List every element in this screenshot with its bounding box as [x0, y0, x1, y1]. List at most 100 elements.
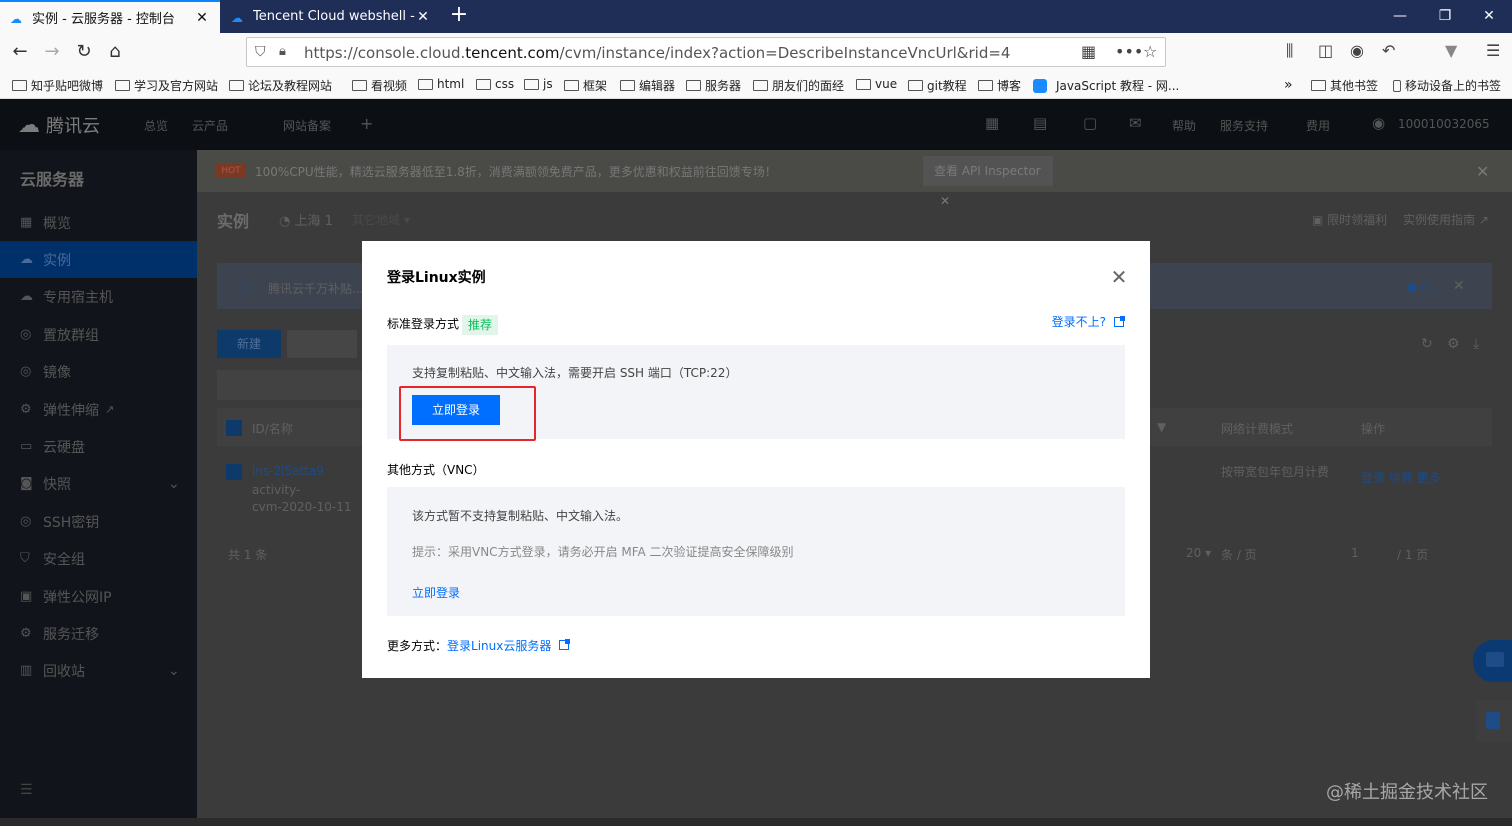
avatar[interactable]: ◉	[1372, 114, 1385, 132]
account-icon[interactable]: ◉	[1350, 41, 1364, 60]
sidebar-item-images[interactable]: ◎ 镜像	[0, 353, 197, 390]
collapse-menu-icon[interactable]: ☰	[20, 782, 33, 798]
close-tab-icon[interactable]: ✕	[194, 10, 210, 26]
menu-icon[interactable]: ☰	[1486, 41, 1500, 60]
shield-icon[interactable]: ⛉	[255, 44, 266, 60]
address-bar[interactable]: ⛉ 🔒︎ https://console.cloud.tencent.com/c…	[246, 37, 1166, 67]
undo-icon[interactable]: ↶	[1382, 41, 1395, 60]
close-notice-icon[interactable]: ✕	[1453, 278, 1465, 294]
bookmark-folder[interactable]: js	[524, 77, 553, 91]
row-actions[interactable]: 登录 续费 更多	[1361, 469, 1441, 486]
row-checkbox[interactable]	[226, 464, 242, 480]
account-id[interactable]: 100010032065	[1398, 117, 1490, 131]
bookmark-folder[interactable]: html	[418, 77, 464, 91]
nav-support[interactable]: 服务支持	[1220, 117, 1268, 134]
secondary-button[interactable]	[287, 330, 357, 358]
bookmark-folder[interactable]: 博客	[978, 77, 1021, 94]
sidebar-item-overview[interactable]: ▦ 概览	[0, 204, 197, 241]
bookmark-folder[interactable]: 服务器	[686, 77, 741, 94]
restore-icon[interactable]: ❐	[1422, 0, 1468, 33]
chat-float-button[interactable]	[1473, 640, 1512, 682]
sidebar-item-dedicated-host[interactable]: ☁ 专用宿主机	[0, 278, 197, 315]
bookmark-folder[interactable]: 知乎贴吧微博	[12, 77, 103, 94]
instance-id-link[interactable]: ins-2l5atta9	[252, 464, 324, 478]
new-instance-button[interactable]: 新建	[217, 330, 281, 358]
nav-billing[interactable]: 费用	[1306, 117, 1330, 134]
search-box[interactable]	[217, 370, 362, 400]
region-selector[interactable]: ◔ 上海 1	[279, 210, 333, 229]
close-dialog-icon[interactable]: ✕	[1110, 267, 1128, 287]
resource-icon[interactable]: ▤	[1033, 114, 1047, 132]
settings-icon[interactable]: ⚙	[1447, 336, 1460, 352]
sidebar-item-ssh-key[interactable]: ◎ SSH密钥	[0, 503, 197, 540]
chevron-right-icon[interactable]: »	[1284, 77, 1293, 93]
bookmark-folder[interactable]: 编辑器	[620, 77, 675, 94]
bookmark-folder[interactable]: 移动设备上的书签	[1393, 77, 1501, 94]
nav-icp[interactable]: 网站备案	[283, 117, 331, 134]
carousel-dots[interactable]: ● ○	[1407, 280, 1432, 294]
select-all-checkbox[interactable]	[226, 420, 242, 436]
sidebar-icon[interactable]: ◫	[1318, 41, 1333, 60]
extension-icon[interactable]: ▼	[1445, 41, 1457, 60]
col-header-billing[interactable]: 网络计费模式	[1221, 420, 1293, 437]
promo-link[interactable]: ▣ 限时领福利	[1312, 211, 1387, 228]
bookmark-folder[interactable]: 朋友们的面经	[753, 77, 844, 94]
filter-icon[interactable]: ▼	[1157, 420, 1166, 434]
bookmark-star-icon[interactable]: ☆	[1143, 42, 1157, 61]
bookmark-folder[interactable]: vue	[856, 77, 897, 91]
tencent-cloud-logo[interactable]: ☁ 腾讯云	[18, 112, 100, 138]
close-banner-icon[interactable]: ✕	[1476, 162, 1489, 181]
bookmark-link[interactable]: JavaScript 教程 - 网...	[1033, 77, 1179, 94]
close-tab-icon[interactable]: ✕	[415, 9, 431, 25]
home-icon[interactable]: ⌂	[101, 38, 129, 66]
browser-tab-active[interactable]: ☁ 实例 - 云服务器 - 控制台 ✕	[0, 0, 220, 33]
qr-code-icon[interactable]: ▦	[1081, 42, 1096, 61]
nav-products[interactable]: 云产品	[192, 117, 228, 134]
add-icon[interactable]: +	[360, 114, 373, 133]
sidebar-item-cloud-disk[interactable]: ▭ 云硬盘	[0, 428, 197, 465]
vnc-login-link[interactable]: 立即登录	[412, 584, 460, 601]
close-icon[interactable]: ✕	[940, 194, 950, 208]
close-window-icon[interactable]: ✕	[1466, 0, 1512, 33]
bookmark-folder[interactable]: git教程	[908, 77, 967, 94]
nav-overview[interactable]: 总览	[144, 117, 168, 134]
sidebar-item-security-group[interactable]: ⛉ 安全组	[0, 540, 197, 577]
banner-text[interactable]: 100%CPU性能，精选云服务器低至1.8折，消费满额领免费产品，更多优惠和权益…	[255, 163, 777, 180]
page-size-select[interactable]: 20 ▾	[1186, 546, 1211, 560]
nav-help[interactable]: 帮助	[1172, 117, 1196, 134]
bookmark-folder[interactable]: 学习及官方网站	[115, 77, 218, 94]
lock-icon[interactable]: 🔒︎	[279, 44, 286, 59]
bookmark-folder[interactable]: 看视频	[352, 77, 407, 94]
standard-login-button[interactable]: 立即登录	[412, 395, 500, 425]
mail-icon[interactable]: ✉	[1129, 114, 1142, 132]
api-inspector-tag[interactable]: 查看 API Inspector ✕	[923, 156, 1053, 208]
guide-link[interactable]: 实例使用指南 ↗	[1403, 211, 1489, 228]
doc-float-button[interactable]	[1476, 700, 1512, 742]
sidebar-item-auto-scaling[interactable]: ⚙ 弹性伸缩 ↗	[0, 391, 197, 428]
login-help-link[interactable]: 登录不上?	[1052, 313, 1125, 330]
more-actions-icon[interactable]: •••	[1115, 42, 1143, 61]
linux-login-doc-link[interactable]: 登录Linux云服务器	[447, 639, 571, 653]
minimize-icon[interactable]: —	[1377, 0, 1423, 33]
reload-icon[interactable]: ↻	[70, 38, 98, 66]
new-tab-button[interactable]: +	[447, 4, 471, 28]
forward-icon[interactable]: →	[38, 38, 66, 66]
browser-tab[interactable]: ☁ Tencent Cloud webshell - 17 ✕	[221, 0, 441, 33]
other-region-dropdown[interactable]: 其它地域 ▾	[352, 211, 410, 228]
bookmark-folder[interactable]: css	[476, 77, 514, 91]
bookmark-folder[interactable]: 框架	[564, 77, 607, 94]
sidebar-item-snapshot[interactable]: ◙ 快照 ⌄	[0, 465, 197, 502]
sidebar-item-migration[interactable]: ⚙ 服务迁移	[0, 615, 197, 652]
refresh-icon[interactable]: ↻	[1421, 336, 1433, 352]
page-number-input[interactable]: 1	[1351, 546, 1359, 560]
bookmark-folder[interactable]: 其他书签	[1311, 77, 1378, 94]
sidebar-item-eip[interactable]: ▣ 弹性公网IP	[0, 578, 197, 615]
document-icon[interactable]: ▢	[1083, 114, 1097, 132]
sidebar-item-recycle-bin[interactable]: ▥ 回收站 ⌄	[0, 652, 197, 689]
library-icon[interactable]: ⫼	[1286, 41, 1293, 61]
grid-icon[interactable]: ▦	[985, 114, 999, 132]
sidebar-item-instances[interactable]: ☁ 实例	[0, 241, 197, 278]
download-icon[interactable]: ⤓	[1473, 336, 1479, 352]
sidebar-item-placement-group[interactable]: ◎ 置放群组	[0, 316, 197, 353]
bookmark-folder[interactable]: 论坛及教程网站	[229, 77, 332, 94]
